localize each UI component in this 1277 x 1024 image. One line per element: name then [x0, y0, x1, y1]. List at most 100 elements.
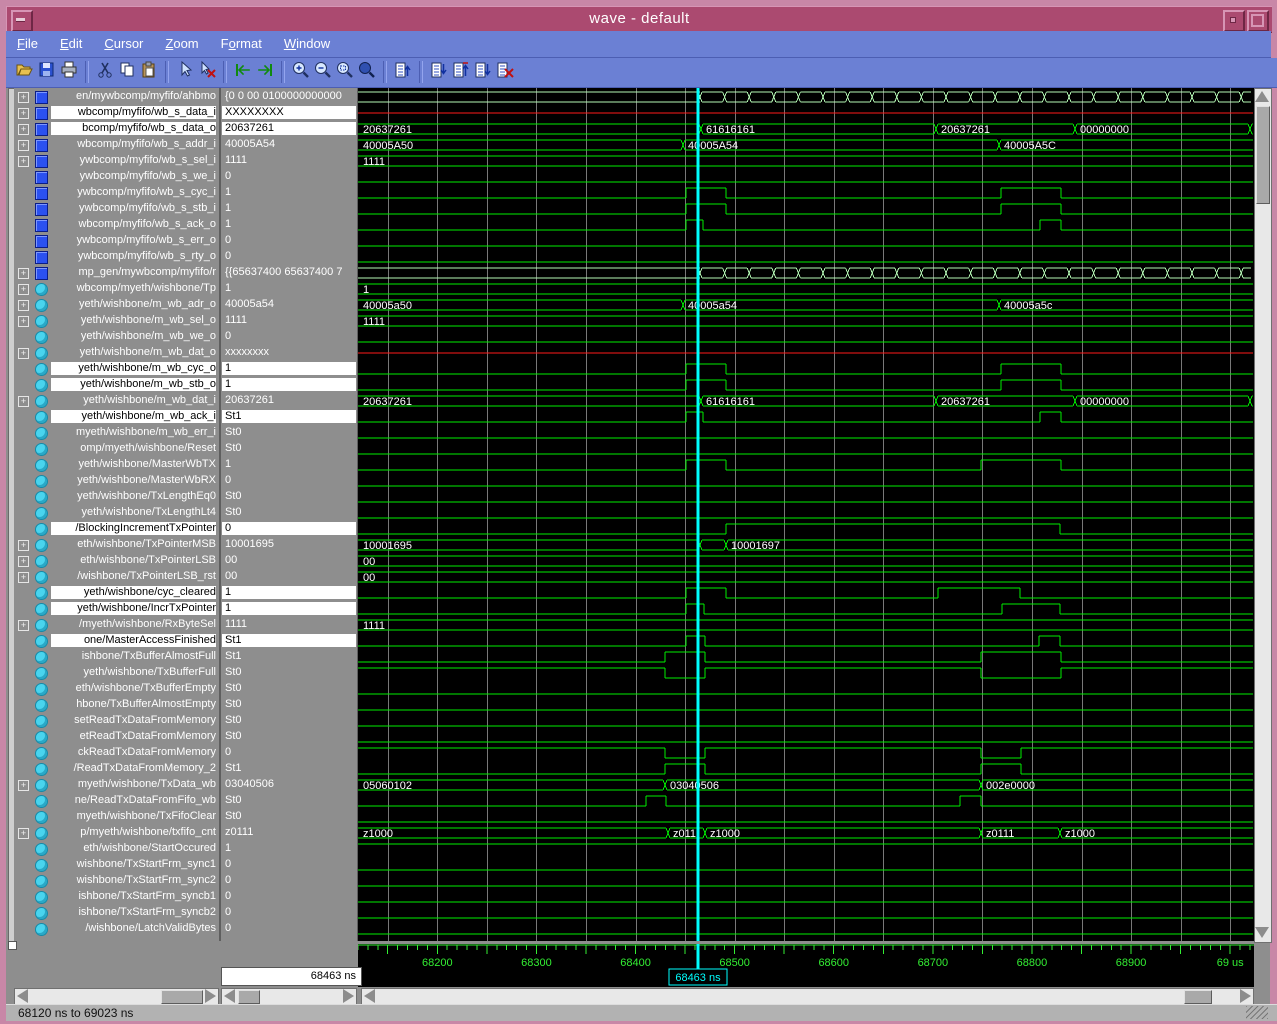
- signal-value-row[interactable]: St0: [221, 793, 357, 809]
- signal-name-row[interactable]: one/MasterAccessFinished: [14, 633, 219, 649]
- signal-name-label[interactable]: yeth/wishbone/m_wb_we_o: [51, 330, 216, 343]
- signal-name-label[interactable]: yeth/wishbone/MasterWbTX: [51, 458, 216, 471]
- signal-value-row[interactable]: St1: [221, 649, 357, 665]
- signal-name-row[interactable]: yeth/wishbone/TxLengthLt4: [14, 505, 219, 521]
- signal-value-row[interactable]: 1: [221, 281, 357, 297]
- signal-name-row[interactable]: setReadTxDataFromMemory: [14, 713, 219, 729]
- signal-name-label[interactable]: wbcomp/myeth/wishbone/Tp: [51, 282, 216, 295]
- signal-value-row[interactable]: 0: [221, 473, 357, 489]
- signal-name-label[interactable]: ckReadTxDataFromMemory: [51, 746, 216, 759]
- signal-value-row[interactable]: St0: [221, 665, 357, 681]
- signal-name-row[interactable]: ywbcomp/myfifo/wb_s_rty_o: [14, 249, 219, 265]
- signal-value-row[interactable]: 0: [221, 745, 357, 761]
- signal-name-row[interactable]: myeth/wishbone/m_wb_err_i: [14, 425, 219, 441]
- vertical-scroll-thumb[interactable]: [1256, 106, 1270, 204]
- signal-name-label[interactable]: ishbone/TxStartFrm_syncb2: [51, 906, 216, 919]
- signal-name-label[interactable]: yeth/wishbone/TxLengthLt4: [51, 506, 216, 519]
- signal-name-row[interactable]: /BlockingIncrementTxPointer: [14, 521, 219, 537]
- wave-scroll-thumb[interactable]: [1184, 990, 1212, 1004]
- signal-name-label[interactable]: yeth/wishbone/m_wb_ack_i: [51, 410, 216, 423]
- tree-expander-icon[interactable]: +: [18, 780, 29, 791]
- signal-name-row[interactable]: +myeth/wishbone/TxData_wb: [14, 777, 219, 793]
- signal-value-row[interactable]: 20637261: [221, 121, 357, 137]
- tree-expander-icon[interactable]: +: [18, 620, 29, 631]
- signal-name-label[interactable]: /myeth/wishbone/RxByteSel: [51, 618, 216, 631]
- signal-name-row[interactable]: /ReadTxDataFromMemory_2: [14, 761, 219, 777]
- signal-name-row[interactable]: yeth/wishbone/m_wb_stb_o: [14, 377, 219, 393]
- signal-name-label[interactable]: yeth/wishbone/TxBufferFull: [51, 666, 216, 679]
- signal-value-row[interactable]: 0: [221, 169, 357, 185]
- signal-value-row[interactable]: St0: [221, 425, 357, 441]
- tree-expander-icon[interactable]: +: [18, 540, 29, 551]
- signal-name-label[interactable]: /BlockingIncrementTxPointer: [51, 522, 216, 535]
- signal-name-row[interactable]: wishbone/TxStartFrm_sync2: [14, 873, 219, 889]
- signal-name-label[interactable]: hbone/TxBufferAlmostEmpty: [51, 698, 216, 711]
- signal-name-row[interactable]: +bcomp/myfifo/wb_s_data_o: [14, 121, 219, 137]
- menu-format[interactable]: Format: [210, 31, 273, 55]
- signal-value-row[interactable]: 0: [221, 889, 357, 905]
- signal-name-label[interactable]: omp/myeth/wishbone/Reset: [51, 442, 216, 455]
- signal-name-label[interactable]: yeth/wishbone/m_wb_stb_o: [51, 378, 216, 391]
- signal-value-row[interactable]: St0: [221, 489, 357, 505]
- signal-name-label[interactable]: ywbcomp/myfifo/wb_s_err_o: [51, 234, 216, 247]
- tree-expander-icon[interactable]: +: [18, 300, 29, 311]
- signal-name-row[interactable]: ywbcomp/myfifo/wb_s_err_o: [14, 233, 219, 249]
- signal-value-row[interactable]: 1: [221, 841, 357, 857]
- signal-value-row[interactable]: 20637261: [221, 393, 357, 409]
- menu-cursor[interactable]: Cursor: [93, 31, 154, 55]
- signal-name-label[interactable]: p/myeth/wishbone/txfifo_cnt: [51, 826, 216, 839]
- timeline-ruler[interactable]: 6820068300684006850068600687006880068900…: [358, 944, 1254, 987]
- signal-name-label[interactable]: yeth/wishbone/IncrTxPointer: [51, 602, 216, 615]
- tree-expander-icon[interactable]: +: [18, 572, 29, 583]
- signal-value-row[interactable]: 1111: [221, 617, 357, 633]
- signal-value-row[interactable]: St0: [221, 441, 357, 457]
- pane-corner-handle[interactable]: [8, 941, 17, 950]
- menu-file[interactable]: File: [6, 31, 49, 55]
- signal-value-row[interactable]: 0: [221, 873, 357, 889]
- signal-name-row[interactable]: wishbone/TxStartFrm_sync1: [14, 857, 219, 873]
- signal-name-row[interactable]: yeth/wishbone/IncrTxPointer: [14, 601, 219, 617]
- signal-name-row[interactable]: +yeth/wishbone/m_wb_dat_o: [14, 345, 219, 361]
- tree-expander-icon[interactable]: +: [18, 156, 29, 167]
- signal-name-row[interactable]: +yeth/wishbone/m_wb_dat_i: [14, 393, 219, 409]
- signal-name-row[interactable]: ishbone/TxStartFrm_syncb1: [14, 889, 219, 905]
- signal-name-label[interactable]: yeth/wishbone/TxLengthEq0: [51, 490, 216, 503]
- find-next-transition-button[interactable]: [254, 60, 276, 84]
- signal-value-row[interactable]: St0: [221, 713, 357, 729]
- signal-name-row[interactable]: ishbone/TxBufferAlmostFull: [14, 649, 219, 665]
- signal-name-label[interactable]: yeth/wishbone/m_wb_cyc_o: [51, 362, 216, 375]
- signal-name-row[interactable]: myeth/wishbone/TxFifoClear: [14, 809, 219, 825]
- menu-edit[interactable]: Edit: [49, 31, 93, 55]
- signal-name-label[interactable]: en/mywbcomp/myfifo/ahbmo: [51, 90, 216, 103]
- signal-name-label[interactable]: ywbcomp/myfifo/wb_s_stb_i: [51, 202, 216, 215]
- paste-button[interactable]: [138, 60, 160, 84]
- signal-name-row[interactable]: yeth/wishbone/m_wb_we_o: [14, 329, 219, 345]
- add-cursor-button[interactable]: [174, 60, 196, 84]
- signal-name-row[interactable]: eth/wishbone/StartOccured: [14, 841, 219, 857]
- signal-name-label[interactable]: myeth/wishbone/TxFifoClear: [51, 810, 216, 823]
- maximize-button[interactable]: [1247, 10, 1269, 32]
- signal-name-label[interactable]: wbcomp/myfifo/wb_s_addr_i: [51, 138, 216, 151]
- signal-value-row[interactable]: {0 0 00 0100000000000: [221, 89, 357, 105]
- signal-name-row[interactable]: +wbcomp/myfifo/wb_s_addr_i: [14, 137, 219, 153]
- waveform-canvas[interactable]: 2063726161616161206372610000000040005A50…: [358, 88, 1254, 941]
- delete-all-button[interactable]: [494, 60, 516, 84]
- signal-name-row[interactable]: +yeth/wishbone/m_wb_sel_o: [14, 313, 219, 329]
- signal-name-label[interactable]: ishbone/TxBufferAlmostFull: [51, 650, 216, 663]
- signal-name-row[interactable]: hbone/TxBufferAlmostEmpty: [14, 697, 219, 713]
- signal-name-label[interactable]: ne/ReadTxDataFromFifo_wb: [51, 794, 216, 807]
- signal-name-row[interactable]: ckReadTxDataFromMemory: [14, 745, 219, 761]
- signal-name-row[interactable]: wbcomp/myfifo/wb_s_ack_o: [14, 217, 219, 233]
- signal-name-row[interactable]: ishbone/TxStartFrm_syncb2: [14, 905, 219, 921]
- signal-name-row[interactable]: eth/wishbone/TxBufferEmpty: [14, 681, 219, 697]
- zoom-area-button[interactable]: [334, 60, 356, 84]
- signal-name-row[interactable]: +mp_gen/mywbcomp/myfifo/r: [14, 265, 219, 281]
- signal-name-label[interactable]: eth/wishbone/TxPointerLSB: [51, 554, 216, 567]
- signal-name-label[interactable]: etReadTxDataFromMemory: [51, 730, 216, 743]
- signal-value-row[interactable]: 03040506: [221, 777, 357, 793]
- zoom-in-button[interactable]: [290, 60, 312, 84]
- signal-name-label[interactable]: ishbone/TxStartFrm_syncb1: [51, 890, 216, 903]
- signal-name-row[interactable]: yeth/wishbone/m_wb_ack_i: [14, 409, 219, 425]
- signal-name-row[interactable]: +ywbcomp/myfifo/wb_s_sel_i: [14, 153, 219, 169]
- cursor-time-field[interactable]: 68463 ns: [221, 967, 362, 986]
